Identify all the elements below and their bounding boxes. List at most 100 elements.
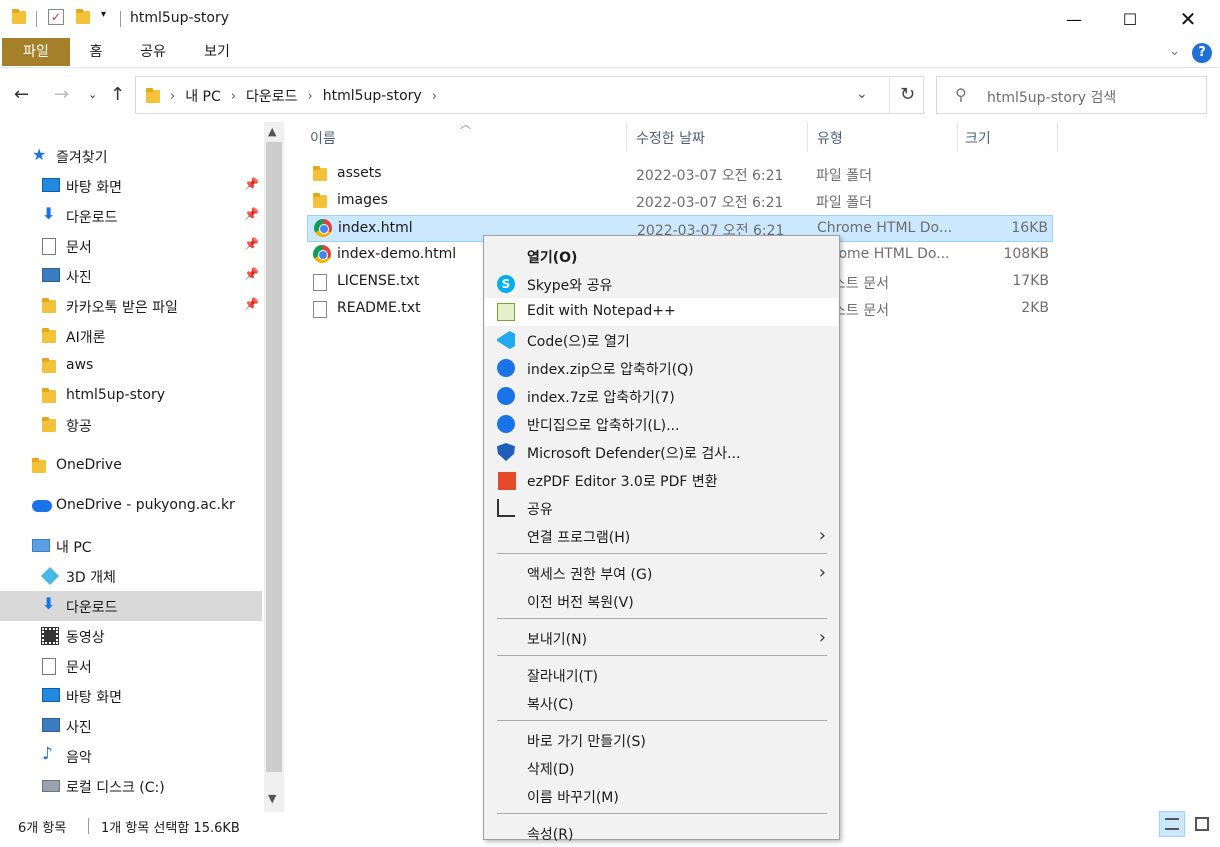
maximize-button[interactable]: ☐ xyxy=(1106,0,1154,38)
up-icon[interactable]: ↑ xyxy=(110,84,125,105)
file-type: rome HTML Do... xyxy=(833,246,950,262)
breadcrumb-downloads[interactable]: 다운로드 xyxy=(246,86,298,106)
pin-icon[interactable]: 📌 xyxy=(244,207,259,221)
menu-item-open-with[interactable]: 연결 프로그램(H) › xyxy=(485,522,838,550)
menu-item-share[interactable]: 공유 xyxy=(485,494,838,522)
column-divider[interactable] xyxy=(957,122,958,152)
close-button[interactable]: ✕ xyxy=(1164,0,1212,38)
menu-item-ezpdf[interactable]: ezPDF Editor 3.0로 PDF 변환 xyxy=(485,466,838,494)
nav-item-aviation[interactable]: 항공 xyxy=(0,410,262,440)
nav-item-3d-objects[interactable]: 3D 개체 xyxy=(0,561,262,591)
menu-item-copy[interactable]: 복사(C) xyxy=(485,689,838,717)
customize-toolbar-icon[interactable]: ▾ xyxy=(101,9,106,20)
menu-label: Edit with Notepad++ xyxy=(527,303,676,319)
chevron-right-icon[interactable]: › xyxy=(432,89,437,104)
pictures-icon xyxy=(42,268,60,282)
menu-label: 바로 가기 만들기(S) xyxy=(527,734,646,750)
address-bar[interactable]: › 내 PC › 다운로드 › html5up-story › ⌄ ↻ xyxy=(135,76,924,114)
nav-item-desktop-pc[interactable]: 바탕 화면 xyxy=(0,681,262,711)
help-icon[interactable]: ? xyxy=(1192,43,1212,63)
menu-item-notepad[interactable]: Edit with Notepad++ xyxy=(485,298,838,326)
forward-icon[interactable]: → xyxy=(54,84,69,105)
tab-share[interactable]: 공유 xyxy=(132,38,174,66)
nav-onedrive-org[interactable]: OneDrive - pukyong.ac.kr xyxy=(0,491,262,521)
nav-this-pc[interactable]: 내 PC xyxy=(0,531,262,561)
nav-item-documents-pc[interactable]: 문서 xyxy=(0,651,262,681)
column-divider[interactable] xyxy=(807,122,808,152)
menu-item-open[interactable]: 열기(O) xyxy=(485,242,838,270)
scroll-up-icon[interactable]: ▲ xyxy=(268,125,276,138)
file-type: 스트 문서 xyxy=(833,303,889,319)
chevron-right-icon[interactable]: › xyxy=(231,89,236,104)
nav-item-downloads-pc[interactable]: ⬇ 다운로드 xyxy=(0,591,262,621)
column-date[interactable]: 수정한 날짜 xyxy=(636,128,705,148)
menu-item-skype-share[interactable]: S Skype와 공유 xyxy=(485,270,838,298)
minimize-button[interactable]: — xyxy=(1050,0,1098,38)
pin-icon[interactable]: 📌 xyxy=(244,297,259,311)
tab-view[interactable]: 보기 xyxy=(196,38,238,66)
nav-label: aws xyxy=(66,357,94,373)
column-size[interactable]: 크기 xyxy=(965,128,991,148)
column-type[interactable]: 유형 xyxy=(817,128,843,148)
file-type: Chrome HTML Do... xyxy=(817,220,953,236)
details-view-button[interactable] xyxy=(1159,811,1185,837)
nav-onedrive[interactable]: OneDrive xyxy=(0,451,262,481)
search-input[interactable]: ⚲ html5up-story 검색 xyxy=(936,76,1207,114)
folder-icon xyxy=(146,88,160,104)
nav-item-downloads[interactable]: ⬇ 다운로드 📌 xyxy=(0,201,262,231)
recent-locations-icon[interactable]: ⌄ xyxy=(88,88,97,101)
large-icons-view-button[interactable] xyxy=(1189,811,1215,837)
scroll-down-icon[interactable]: ▼ xyxy=(268,792,276,805)
pin-icon[interactable]: 📌 xyxy=(244,237,259,251)
nav-item-ai[interactable]: AI개론 xyxy=(0,321,262,351)
column-divider[interactable] xyxy=(1057,122,1058,152)
nav-label: OneDrive - pukyong.ac.kr xyxy=(56,497,235,513)
file-size: 16KB xyxy=(1011,220,1048,236)
nav-scrollbar[interactable]: ▲ ▼ xyxy=(264,122,284,812)
pin-icon[interactable]: 📌 xyxy=(244,267,259,281)
nav-quick-access[interactable]: ★ 즐겨찾기 xyxy=(0,141,262,171)
column-name[interactable]: 이름 xyxy=(310,128,336,148)
scrollbar-thumb[interactable] xyxy=(266,142,282,772)
refresh-button[interactable]: ↻ xyxy=(889,77,925,113)
menu-item-open-with-code[interactable]: Code(으)로 열기 xyxy=(485,326,838,354)
new-folder-icon[interactable] xyxy=(76,9,90,25)
chevron-right-icon[interactable]: › xyxy=(170,89,175,104)
tab-home[interactable]: 홈 xyxy=(80,38,112,66)
column-divider[interactable] xyxy=(626,122,627,152)
expand-ribbon-icon[interactable]: ⌄ xyxy=(1169,44,1180,59)
menu-item-delete[interactable]: 삭제(D) xyxy=(485,754,838,782)
menu-item-cut[interactable]: 잘라내기(T) xyxy=(485,661,838,689)
menu-item-rename[interactable]: 이름 바꾸기(M) xyxy=(485,782,838,810)
menu-item-send-to[interactable]: 보내기(N) › xyxy=(485,624,838,652)
address-dropdown-icon[interactable]: ⌄ xyxy=(856,86,868,102)
nav-item-html5up[interactable]: html5up-story xyxy=(0,381,262,411)
nav-item-videos[interactable]: 동영상 xyxy=(0,621,262,651)
nav-item-kakaotalk[interactable]: 카카오톡 받은 파일 📌 xyxy=(0,291,262,321)
back-icon[interactable]: ← xyxy=(14,84,29,105)
nav-item-pictures-pc[interactable]: 사진 xyxy=(0,711,262,741)
menu-item-compress-zip[interactable]: index.zip으로 압축하기(Q) xyxy=(485,354,838,382)
tab-file[interactable]: 파일 xyxy=(2,38,70,66)
properties-icon[interactable]: ✓ xyxy=(48,9,64,25)
menu-item-give-access[interactable]: 액세스 권한 부여 (G) › xyxy=(485,559,838,587)
nav-item-pictures[interactable]: 사진 📌 xyxy=(0,261,262,291)
breadcrumb-current[interactable]: html5up-story xyxy=(323,88,422,104)
nav-item-aws[interactable]: aws xyxy=(0,351,262,381)
nav-item-music[interactable]: ♪ 음악 xyxy=(0,741,262,771)
menu-item-compress-7z[interactable]: index.7z로 압축하기(7) xyxy=(485,382,838,410)
pin-icon[interactable]: 📌 xyxy=(244,177,259,191)
nav-item-desktop[interactable]: 바탕 화면 📌 xyxy=(0,171,262,201)
menu-item-create-shortcut[interactable]: 바로 가기 만들기(S) xyxy=(485,726,838,754)
desktop-icon xyxy=(42,688,60,702)
menu-item-defender-scan[interactable]: Microsoft Defender(으)로 검사... xyxy=(485,438,838,466)
file-row[interactable]: images 2022-03-07 오전 6:21 파일 폴더 xyxy=(307,188,1053,215)
file-row[interactable]: assets 2022-03-07 오전 6:21 파일 폴더 xyxy=(307,161,1053,188)
folder-icon xyxy=(32,458,46,474)
menu-item-restore-versions[interactable]: 이전 버전 복원(V) xyxy=(485,587,838,615)
menu-item-bandizip[interactable]: 반디집으로 압축하기(L)... xyxy=(485,410,838,438)
nav-item-documents[interactable]: 문서 📌 xyxy=(0,231,262,261)
chevron-right-icon[interactable]: › xyxy=(308,89,313,104)
breadcrumb-this-pc[interactable]: 내 PC xyxy=(185,86,221,106)
nav-item-local-disk[interactable]: 로컬 디스크 (C:) xyxy=(0,771,262,801)
